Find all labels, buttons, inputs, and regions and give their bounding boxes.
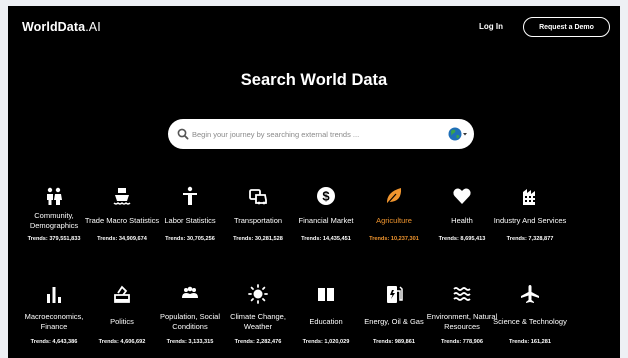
category-education[interactable]: Education Trends: 1,020,029 xyxy=(292,284,360,345)
category-macroeconomics-finance[interactable]: Macroeconomics, Finance Trends: 4,643,386 xyxy=(20,284,88,345)
category-labor-statistics[interactable]: Labor Statistics Trends: 30,705,256 xyxy=(156,186,224,242)
category-industry-and-services[interactable]: Industry And Services Trends: 7,328,877 xyxy=(494,186,566,242)
category-energy-oil-gas[interactable]: Energy, Oil & Gas Trends: 989,861 xyxy=(360,284,428,345)
ballot-icon xyxy=(114,285,130,303)
airplane-icon xyxy=(521,285,539,303)
category-label: Science & Technology xyxy=(493,317,567,326)
worker-icon xyxy=(183,186,197,205)
waves-icon xyxy=(453,287,471,301)
people-icon xyxy=(47,187,62,205)
page-title: Search World Data xyxy=(240,71,388,89)
page-frame: WorldData.AI Log In Request a Demo Searc… xyxy=(8,6,620,358)
group-icon xyxy=(182,286,198,298)
search-bar[interactable] xyxy=(168,119,474,149)
category-financial-market[interactable]: $ Financial Market Trends: 14,435,451 xyxy=(292,186,360,242)
category-agriculture[interactable]: Agriculture Trends: 10,237,301 xyxy=(360,186,428,242)
request-demo-button[interactable]: Request a Demo xyxy=(523,17,610,37)
dollar-icon: $ xyxy=(317,187,335,205)
fuel-icon xyxy=(387,286,403,303)
leaf-icon xyxy=(386,188,402,205)
logo[interactable]: WorldData.AI xyxy=(22,20,101,34)
category-transportation[interactable]: Transportation Trends: 30,281,528 xyxy=(224,186,292,242)
ship-icon xyxy=(113,188,131,205)
category-trend-count: Trends: 161,281 xyxy=(509,339,551,345)
book-icon xyxy=(318,288,334,301)
heart-icon xyxy=(453,188,471,204)
category-science-technology[interactable]: Science & Technology Trends: 161,281 xyxy=(493,284,567,345)
category-trade-macro-statistics[interactable]: Trade Macro Statistics Trends: 34,909,674 xyxy=(85,186,159,242)
search-icon xyxy=(177,128,189,140)
login-link[interactable]: Log In xyxy=(479,22,503,31)
svg-text:$: $ xyxy=(322,189,330,204)
category-population-social-conditions[interactable]: Population, Social Conditions Trends: 3,1… xyxy=(156,284,224,345)
car-icon xyxy=(249,189,267,205)
category-trend-count: Trends: 7,328,877 xyxy=(506,236,554,242)
category-community-demographics[interactable]: Community, Demographics Trends: 379,551,8… xyxy=(20,186,88,242)
factory-icon xyxy=(523,189,535,205)
bar-chart-icon xyxy=(47,287,61,303)
search-input[interactable] xyxy=(192,126,412,142)
sun-icon xyxy=(248,284,268,304)
category-politics[interactable]: Politics Trends: 4,606,692 xyxy=(88,284,156,345)
category-environment-natural-resources[interactable]: Environment, Natural Resources Trends: 77… xyxy=(427,284,497,345)
globe-dropdown-icon[interactable] xyxy=(448,126,468,142)
category-climate-change-weather[interactable]: Climate Change, Weather Trends: 2,282,476 xyxy=(224,284,292,345)
category-label: Industry And Services xyxy=(493,216,567,225)
category-health[interactable]: Health Trends: 8,695,413 xyxy=(428,186,496,242)
